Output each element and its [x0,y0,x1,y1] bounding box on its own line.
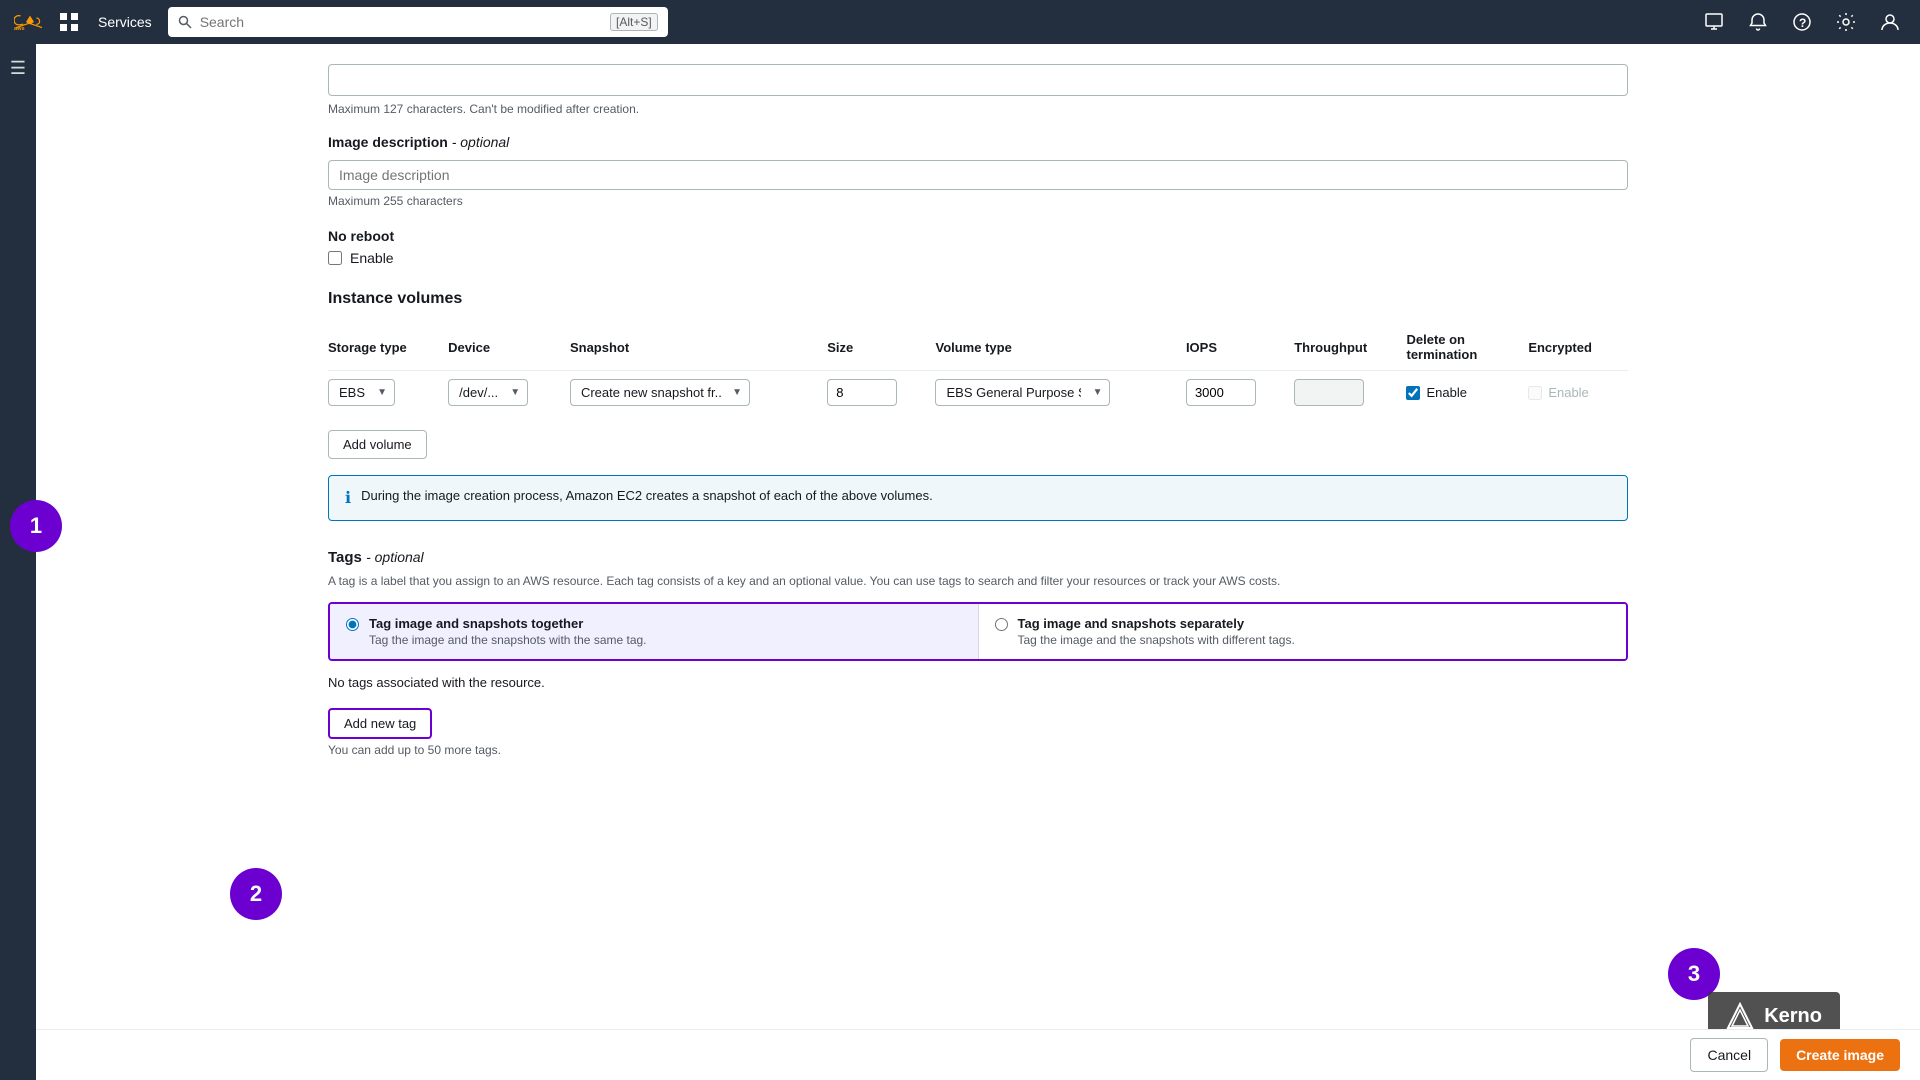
image-description-hint: Maximum 255 characters [328,194,1628,208]
tag-mode-container: Tag image and snapshots together Tag the… [328,602,1628,661]
delete-on-termination-checkbox-wrapper: Enable [1406,385,1518,400]
iops-input[interactable] [1186,379,1256,406]
encrypted-checkbox[interactable] [1528,386,1542,400]
no-reboot-checkbox[interactable] [328,251,342,265]
tag-separately-option[interactable]: Tag image and snapshots separately Tag t… [978,604,1627,659]
tag-separately-title: Tag image and snapshots separately [1018,616,1295,631]
tags-title: Tags - optional [328,549,424,566]
volume-type-select[interactable]: EBS General Purpose S... [935,379,1110,406]
add-tag-hint: You can add up to 50 more tags. [328,743,1628,757]
col-snapshot: Snapshot [570,324,827,371]
create-image-button[interactable]: Create image [1780,1039,1900,1071]
col-encrypted: Encrypted [1528,324,1628,371]
info-icon: ℹ [345,488,351,508]
grid-menu-button[interactable] [56,9,82,35]
no-reboot-section: No reboot Enable [328,228,1628,266]
tag-separately-radio[interactable] [995,618,1008,631]
services-button[interactable]: Services [90,10,160,34]
tag-separately-desc: Tag the image and the snapshots with dif… [1018,633,1295,647]
instance-volumes-title: Instance volumes [328,290,1628,308]
badge-2: 2 [230,868,282,920]
aws-logo[interactable]: aws [12,4,48,40]
svg-text:aws: aws [14,26,25,32]
throughput-input[interactable] [1294,379,1364,406]
nav-bell-button[interactable] [1740,8,1776,36]
tag-together-desc: Tag the image and the snapshots with the… [369,633,647,647]
badge-1: 1 [10,500,62,552]
kerno-label: Kerno [1764,1005,1822,1028]
nav-settings-button[interactable] [1828,8,1864,36]
snapshot-select[interactable]: Create new snapshot fr... [570,379,750,406]
encrypted-checkbox-wrapper: Enable [1528,385,1618,400]
table-row: EBS ▼ /dev/... ▼ [328,371,1628,415]
image-description-input[interactable] [328,160,1628,190]
tags-description: A tag is a label that you assign to an A… [328,572,1628,590]
delete-label: Enable [1426,385,1466,400]
search-input[interactable] [200,14,602,30]
col-storage-type: Storage type [328,324,448,371]
no-tags-text: No tags associated with the resource. [328,675,1628,690]
tag-together-radio[interactable] [346,618,359,631]
add-new-tag-button[interactable]: Add new tag [328,708,432,739]
device-select[interactable]: /dev/... [448,379,528,406]
top-navigation: aws Services [Alt+S] ? [0,0,1920,44]
kerno-logo-icon [1726,1002,1754,1030]
col-iops: IOPS [1186,324,1294,371]
tag-together-option[interactable]: Tag image and snapshots together Tag the… [330,604,978,659]
instance-volumes-section: Instance volumes Storage type Device Sna… [328,290,1628,521]
nav-help-button[interactable]: ? [1784,8,1820,36]
tag-together-title: Tag image and snapshots together [369,616,647,631]
tags-section: Tags - optional A tag is a label that yo… [328,549,1628,757]
col-throughput: Throughput [1294,324,1406,371]
storage-type-select-wrapper: EBS ▼ [328,379,395,406]
nav-screen-button[interactable] [1696,8,1732,36]
no-reboot-enable-label: Enable [350,250,394,266]
search-icon [178,15,192,29]
col-device: Device [448,324,570,371]
info-box: ℹ During the image creation process, Ama… [328,475,1628,521]
encrypted-label: Enable [1548,385,1588,400]
device-select-wrapper: /dev/... ▼ [448,379,528,406]
size-input[interactable] [827,379,897,406]
bottom-action-bar: Cancel Create image [36,1029,1920,1080]
delete-on-termination-checkbox[interactable] [1406,386,1420,400]
services-label: Services [98,14,152,30]
main-content: Maximum 127 characters. Can't be modifie… [36,44,1920,1080]
volume-type-select-wrapper: EBS General Purpose S... ▼ [935,379,1110,406]
col-volume-type: Volume type [935,324,1185,371]
sidebar: ☰ [0,44,36,1080]
info-message: During the image creation process, Amazo… [361,488,933,503]
search-shortcut: [Alt+S] [610,13,658,31]
nav-user-button[interactable] [1872,8,1908,36]
snapshot-select-wrapper: Create new snapshot fr... ▼ [570,379,750,406]
storage-type-select[interactable]: EBS [328,379,395,406]
image-name-hint: Maximum 127 characters. Can't be modifie… [328,102,1628,116]
cancel-button[interactable]: Cancel [1690,1038,1768,1072]
volumes-table: Storage type Device Snapshot Size Volume… [328,324,1628,414]
svg-text:?: ? [1799,16,1806,30]
col-size: Size [827,324,935,371]
search-bar: [Alt+S] [168,7,668,37]
col-delete-on-termination: Delete ontermination [1406,324,1528,371]
no-reboot-label: No reboot [328,228,1628,244]
add-volume-button[interactable]: Add volume [328,430,427,459]
sidebar-menu-button[interactable]: ☰ [4,52,32,85]
image-description-label: Image description - optional [328,134,1628,150]
